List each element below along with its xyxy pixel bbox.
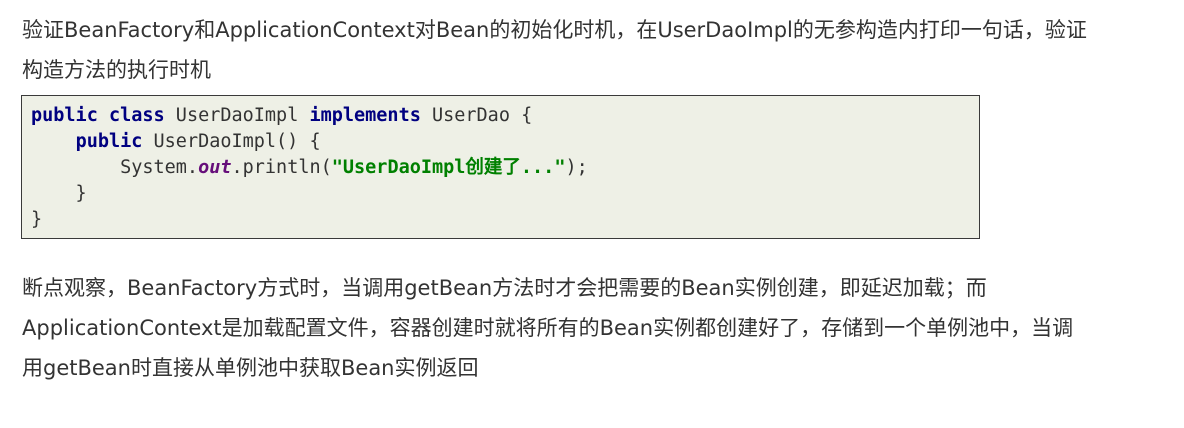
static-field-out: out <box>198 157 232 178</box>
keyword-public: public <box>31 105 98 126</box>
println-call: .println( <box>231 157 332 178</box>
code-block: public class UserDaoImpl implements User… <box>21 95 980 239</box>
code-line-5: } <box>31 209 43 230</box>
code-line-2: public UserDaoImpl() { <box>31 129 979 155</box>
keyword-public: public <box>75 131 143 152</box>
interface-name: UserDao { <box>420 105 533 126</box>
conclusion-line-3: 用getBean时直接从单例池中获取Bean实例返回 <box>22 356 479 380</box>
system-call: System. <box>120 157 199 178</box>
string-literal: "UserDaoImpl创建了..." <box>331 157 566 178</box>
keyword-class: class <box>108 105 165 126</box>
keyword-implements: implements <box>309 105 421 126</box>
conclusion-paragraph: 断点观察，BeanFactory方式时，当调用getBean方法时才会把需要的B… <box>22 268 1073 388</box>
call-close: ); <box>565 157 588 178</box>
conclusion-line-1: 断点观察，BeanFactory方式时，当调用getBean方法时才会把需要的B… <box>22 276 987 300</box>
conclusion-line-2: ApplicationContext是加载配置文件，容器创建时就将所有的Bean… <box>22 316 1074 340</box>
constructor-signature: UserDaoImpl() { <box>142 131 321 152</box>
code-line-3: System.out.println("UserDaoImpl创建了..."); <box>31 155 979 181</box>
intro-paragraph: 验证BeanFactory和ApplicationContext对Bean的初始… <box>22 10 1087 90</box>
code-line-1: public class UserDaoImpl implements User… <box>31 103 979 129</box>
class-name: UserDaoImpl <box>164 105 310 126</box>
intro-line-1: 验证BeanFactory和ApplicationContext对Bean的初始… <box>22 18 1087 42</box>
code-line-4: } <box>31 183 87 204</box>
intro-line-2: 构造方法的执行时机 <box>22 58 211 82</box>
